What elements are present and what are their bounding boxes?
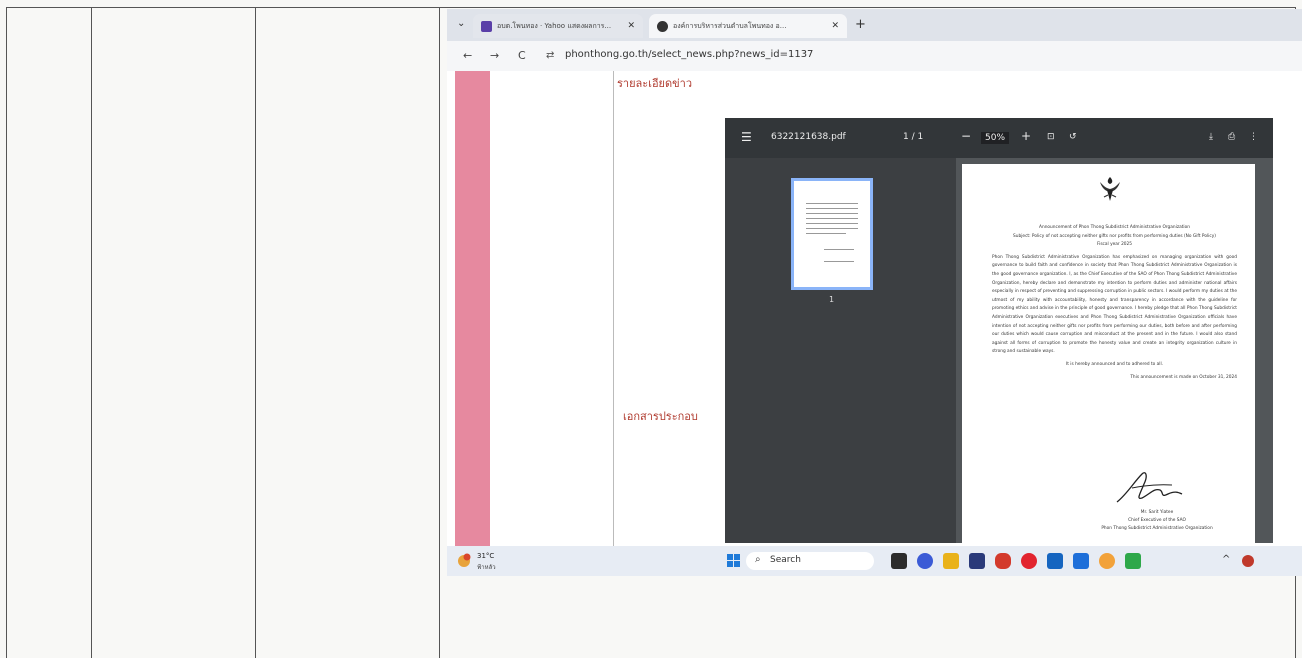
table-column-divider: [91, 8, 92, 658]
brave-browser-icon[interactable]: [995, 553, 1011, 569]
page-thumbnail[interactable]: [791, 178, 873, 290]
doc-closing: It is hereby announced and to adhered to…: [1065, 361, 1164, 367]
file-explorer-icon[interactable]: [943, 553, 959, 569]
weather-temperature: 31°C: [477, 552, 495, 560]
yahoo-favicon-icon: [481, 20, 492, 32]
zoom-level[interactable]: 50%: [981, 132, 1010, 144]
store-icon[interactable]: [969, 553, 985, 569]
forward-button[interactable]: →: [490, 49, 499, 62]
pdf-thumbnail-sidebar: 1: [725, 158, 956, 543]
site-info-icon[interactable]: ⇄: [546, 50, 554, 61]
chrome-icon[interactable]: [1099, 553, 1115, 569]
reload-button[interactable]: C: [518, 49, 526, 62]
tab-label: อบต.โพนทอง · Yahoo แสดงผลการ...: [497, 21, 612, 30]
weather-condition: ฟ้าหลัว: [477, 564, 496, 571]
search-icon: ⌕: [755, 554, 761, 565]
back-button[interactable]: ←: [463, 49, 472, 62]
table-column-divider: [255, 8, 256, 658]
mail-icon[interactable]: [1047, 553, 1063, 569]
zoom-out-button[interactable]: −: [961, 129, 971, 143]
garuda-emblem-icon: [1100, 177, 1120, 201]
globe-favicon-icon: [657, 20, 668, 32]
close-tab-icon[interactable]: ✕: [831, 21, 839, 31]
page-indicator[interactable]: 1 / 1: [903, 132, 923, 142]
address-bar[interactable]: phonthong.go.th/select_news.php?news_id=…: [565, 49, 813, 60]
signer-name: Mr. Sarit Yiatee: [1140, 510, 1174, 515]
line-app-icon[interactable]: [1125, 553, 1141, 569]
fit-page-icon[interactable]: ⊡: [1047, 132, 1055, 142]
page-column-divider: [613, 71, 614, 546]
print-icon[interactable]: ⎙: [1228, 132, 1235, 142]
doc-heading: Announcement of Phon Thong Subdistrict A…: [1039, 225, 1190, 230]
search-placeholder: Search: [770, 555, 801, 565]
pdf-viewer: ☰ 6322121638.pdf 1 / 1 − 50% + ⊡ ↺ ⤓ ⎙ ⋮: [725, 118, 1273, 543]
weather-sun-icon[interactable]: [457, 552, 473, 568]
doc-fiscal-year: Fiscal year 2025: [1096, 242, 1133, 248]
signature-image: [1116, 472, 1183, 503]
tab-yahoo-search[interactable]: อบต.โพนทอง · Yahoo แสดงผลการ... ✕: [473, 14, 643, 38]
download-icon[interactable]: ⤓: [1209, 132, 1213, 142]
tab-label: องค์การบริหารส่วนตำบลโพนทอง อ...: [673, 21, 787, 30]
news-details-title: รายละเอียดข่าว: [617, 77, 693, 90]
tab-phonthong-sao[interactable]: องค์การบริหารส่วนตำบลโพนทอง อ... ✕: [649, 14, 847, 38]
announcement-text: Announcement of Phon Thong Subdistrict A…: [992, 224, 1237, 382]
doc-date: This announcement is made on October 31,…: [1130, 374, 1237, 380]
attachments-label: เอกสารประกอบ: [623, 410, 698, 423]
browser-toolbar: ← → C ⇄ phonthong.go.th/select_news.php?…: [447, 41, 1302, 72]
zoom-in-button[interactable]: +: [1021, 129, 1031, 143]
tab-search-chevron-icon[interactable]: ⌄: [457, 18, 465, 29]
tray-app-icon[interactable]: [1242, 555, 1254, 567]
signer-organization: Phon Thong Subdistrict Administrative Or…: [1101, 526, 1213, 531]
windows-start-icon[interactable]: [727, 554, 740, 567]
signer-title: Chief Executive of the SAO: [1128, 518, 1186, 523]
chat-icon[interactable]: [917, 553, 933, 569]
menu-icon[interactable]: ☰: [741, 130, 752, 144]
screenshot-photo: ⌄ อบต.โพนทอง · Yahoo แสดงผลการ... ✕ องค์…: [447, 9, 1302, 576]
taskbar-search-box[interactable]: ⌕ Search: [746, 552, 874, 570]
pdf-toolbar: ☰ 6322121638.pdf 1 / 1 − 50% + ⊡ ↺ ⤓ ⎙ ⋮: [725, 118, 1273, 158]
browser-tab-bar: ⌄ อบต.โพนทอง · Yahoo แสดงผลการ... ✕ องค์…: [447, 9, 1302, 41]
signature-block: Mr. Sarit Yiatee Chief Executive of the …: [1082, 509, 1232, 533]
task-view-icon[interactable]: [891, 553, 907, 569]
doc-subject: Subject: Policy of not accepting neither…: [1013, 233, 1216, 239]
thumbnail-page-number: 1: [829, 295, 835, 304]
rotate-icon[interactable]: ↺: [1069, 132, 1077, 142]
more-options-icon[interactable]: ⋮: [1249, 132, 1258, 142]
opera-browser-icon[interactable]: [1021, 553, 1037, 569]
new-tab-button[interactable]: +: [855, 17, 866, 32]
table-column-divider: [439, 8, 440, 658]
doc-body: Phon Thong Subdistrict Administrative Or…: [992, 254, 1237, 355]
pdf-filename: 6322121638.pdf: [771, 132, 846, 142]
web-page: รายละเอียดข่าว เอกสารประกอบ ☰ 6322121638…: [447, 71, 1302, 546]
tray-chevron-icon[interactable]: ^: [1222, 554, 1230, 565]
pink-side-bar: [455, 71, 490, 546]
close-tab-icon[interactable]: ✕: [627, 21, 635, 31]
windows-taskbar: 31°C ฟ้าหลัว ⌕ Search ^: [447, 546, 1302, 576]
outlook-icon[interactable]: [1073, 553, 1089, 569]
pdf-page: Announcement of Phon Thong Subdistrict A…: [962, 164, 1255, 543]
